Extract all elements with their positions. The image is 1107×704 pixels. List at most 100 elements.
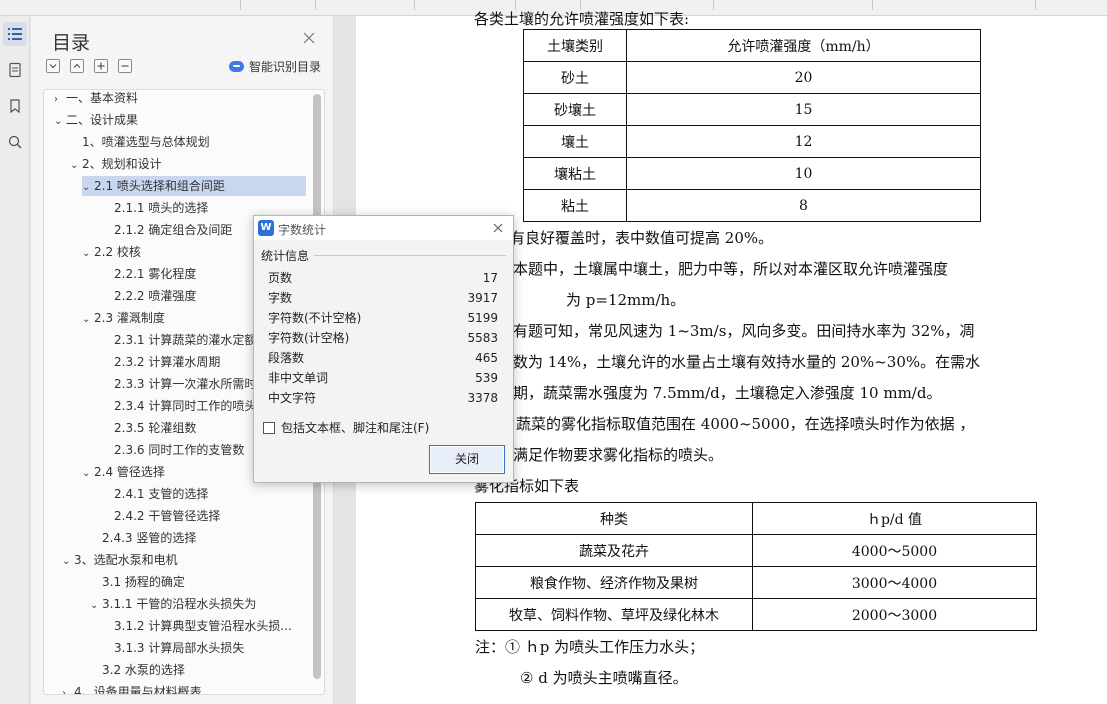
left-rail [0,16,30,704]
search-icon [8,135,22,149]
chevron-down-icon[interactable]: ⌄ [82,464,94,484]
find-button[interactable] [3,130,27,154]
toc-item[interactable]: 3.1 扬程的确定 [90,572,185,592]
stat-value: 3917 [467,291,498,305]
bookmark-button[interactable] [3,94,27,118]
table-header-row: 土壤类别 允许喷灌强度（mm/h） [523,29,981,62]
chevron-down-icon[interactable]: ⌄ [82,178,94,198]
toc-item[interactable]: ⌄ 3.1.1 干管的沿程水头损失为 [90,594,256,614]
toc-item[interactable]: 2.1.2 确定组合及间距 [102,220,232,240]
doc-note: ② d 为喷头主喷嘴直径。 [520,669,688,687]
toc-item[interactable]: 2.3.3 计算一次灌水所需时 [102,374,256,394]
stat-label: 字符数(计空格) [268,331,350,345]
toc-item[interactable]: ⌄ 2.4 管径选择 [82,462,165,482]
expand-all-button[interactable] [46,59,60,73]
stat-label: 非中文单词 [268,371,329,385]
stat-value: 17 [482,271,498,285]
chevron-down-icon[interactable]: ⌄ [82,244,94,264]
toc-item[interactable]: 2.2.1 雾化程度 [102,264,196,284]
page-view-button[interactable] [3,58,27,82]
collapse-all-button[interactable] [70,59,84,73]
stat-row: 中文字符 3378 [268,388,498,408]
toolbar-divider [414,0,415,10]
dialog-section-title: 统计信息 [261,249,310,263]
table-cell: 粮食作物、经济作物及果树 [475,566,753,599]
table-cell: 15 [626,93,981,126]
chevron-down-icon[interactable]: ⌄ [54,112,66,132]
cloud-ai-icon [229,61,244,72]
soil-intensity-table: 土壤类别 允许喷灌强度（mm/h） 砂土 20 砂壤土 15 壤土 12 壤粘土 10 … [523,29,981,222]
toc-item-label: 2.3 灌溉制度 [94,311,165,325]
doc-line: 蔬菜的雾化指标取值范围在 4000~5000，在选择喷头时作为依据 ， [516,415,975,433]
toc-item-label: 2.2 校核 [94,245,141,259]
chevron-down-icon[interactable]: ⌄ [62,552,74,572]
dialog-titlebar[interactable]: W 字数统计 [254,216,513,240]
ai-toc-button[interactable]: 智能识别目录 [229,58,321,75]
stat-label: 中文字符 [268,391,317,405]
list-icon [8,28,22,40]
chevron-down-icon[interactable]: ⌄ [82,310,94,330]
toc-item-label: 2.2.2 喷灌强度 [114,289,197,303]
include-footnotes-checkbox[interactable]: 包括文本框、脚注和尾注(F) [263,419,429,436]
plus-icon [97,62,105,70]
toc-item[interactable]: 3.2 水泵的选择 [90,660,185,680]
bookmark-icon [10,99,20,114]
toolbar-divider [315,0,316,10]
toc-item-label: 1、喷灌选型与总体规划 [82,135,210,149]
toc-item[interactable]: › 一、基本资料 [54,90,138,110]
table-row: 蔬菜及花卉 4000～5000 [475,534,1037,567]
ai-toc-label: 智能识别目录 [249,60,322,74]
chevron-down-icon[interactable]: ⌄ [90,596,102,616]
close-icon[interactable] [491,221,505,235]
toolbar-divider [1035,0,1036,10]
toc-item[interactable]: 1、喷灌选型与总体规划 [70,132,210,152]
toc-item[interactable]: 3.1.3 计算局部水头损失 [102,638,244,658]
table-cell: 粘土 [523,189,627,222]
chevron-down-icon[interactable]: ⌄ [70,156,82,176]
table-header-cell: 土壤类别 [523,29,627,62]
close-button[interactable]: 关闭 [429,445,505,474]
chevron-right-icon[interactable]: › [54,90,66,110]
stat-row: 段落数 465 [268,348,498,368]
stat-row: 非中文单词 539 [268,368,498,388]
toc-item[interactable]: 2.3.4 计算同时工作的喷头 [102,396,256,416]
table-cell: 10 [626,157,981,190]
toc-item[interactable]: ⌄ 2.1 喷头选择和组合间距 [82,176,306,196]
toc-item[interactable]: 2.4.2 干管管径选择 [102,506,220,526]
chevron-right-icon[interactable]: › [62,684,74,694]
toc-item-label: 3.1.2 计算典型支管沿程水头损... [114,619,292,633]
toc-item[interactable]: ⌄ 2.3 灌溉制度 [82,308,165,328]
checkbox-label: 包括文本框、脚注和尾注(F) [281,421,430,435]
doc-line: 为 p=12mm/h。 [566,291,686,309]
wps-logo-icon: W [258,220,274,236]
table-row: 砂土 20 [523,61,981,94]
table-row: 牧草、饲料作物、草坪及绿化林木 2000～3000 [475,598,1037,631]
toc-item[interactable]: 2.4.3 竖管的选择 [90,528,196,548]
toc-item[interactable]: ⌄ 2.2 校核 [82,242,141,262]
toc-item[interactable]: 3.1.2 计算典型支管沿程水头损... [102,616,292,636]
stat-label: 页数 [268,271,293,285]
toc-item-label: 4、设备用量与材料概表 [74,685,202,695]
toc-item-label: 2.1 喷头选择和组合间距 [94,179,225,193]
toc-item-label: 二、设计成果 [66,113,139,127]
toc-item[interactable]: 2.3.1 计算蔬菜的灌水定额 [102,330,256,350]
toc-item[interactable]: ⌄ 二、设计成果 [54,110,138,130]
toc-item[interactable]: 2.4.1 支管的选择 [102,484,208,504]
table-cell: 蔬菜及花卉 [475,534,753,567]
toc-item[interactable]: 2.1.1 喷头的选择 [102,198,208,218]
remove-heading-button[interactable] [118,59,132,73]
stat-value: 539 [475,371,498,385]
checkbox-box[interactable] [263,421,275,434]
toc-item[interactable]: › 4、设备用量与材料概表 [62,682,202,695]
close-icon[interactable] [301,30,317,46]
toc-item[interactable]: 2.2.2 喷灌强度 [102,286,196,306]
toc-item[interactable]: 2.3.2 计算灌水周期 [102,352,220,372]
add-heading-button[interactable] [94,59,108,73]
toc-item-label: 3.2 水泵的选择 [102,663,185,677]
toc-item[interactable]: 2.3.6 同时工作的支管数 [102,440,244,460]
doc-line: 各类土壤的允许喷灌强度如下表: [474,10,690,28]
toc-view-button[interactable] [3,22,27,46]
toc-item[interactable]: 2.3.5 轮灌组数 [102,418,196,438]
toc-item[interactable]: ⌄ 2、规划和设计 [70,154,162,174]
toc-item[interactable]: ⌄ 3、选配水泵和电机 [62,550,178,570]
